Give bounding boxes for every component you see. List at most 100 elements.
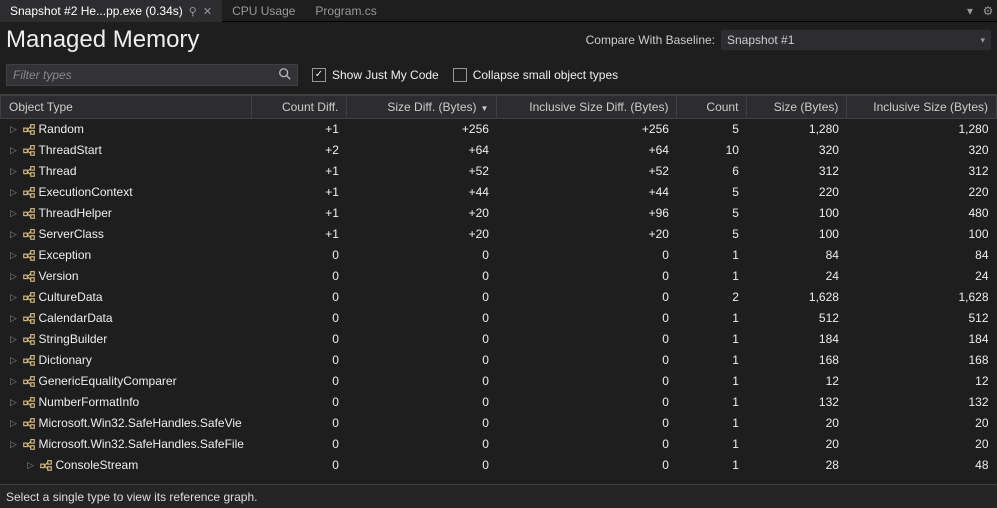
table-row[interactable]: ▷Version00012424 [1,266,997,287]
class-icon [22,332,36,346]
table-row[interactable]: ▷Microsoft.Win32.SafeHandles.SafeVie0001… [1,413,997,434]
type-name: ServerClass [39,227,104,241]
table-row[interactable]: ▷StringBuilder0001184184 [1,329,997,350]
cell-count: 5 [677,203,747,224]
tab-snapshot[interactable]: Snapshot #2 He...pp.exe (0.34s) ⚲ ✕ [0,0,222,22]
cell-incl-size-diff: 0 [497,350,677,371]
expand-icon[interactable]: ▷ [9,229,19,240]
tab-cpu-usage[interactable]: CPU Usage [222,0,305,22]
cell-incl-size: 480 [847,203,997,224]
expand-icon[interactable]: ▷ [9,292,19,303]
cell-size-diff: +44 [347,182,497,203]
table-row[interactable]: ▷Random+1+256+25651,2801,280 [1,119,997,140]
cell-count-diff: 0 [252,413,347,434]
expand-icon[interactable]: ▷ [9,250,19,261]
table-row[interactable]: ▷ConsoleStream00012848 [1,455,997,476]
cell-count-diff: +1 [252,119,347,140]
filter-types-input[interactable] [7,68,273,82]
expand-icon[interactable]: ▷ [9,271,19,282]
class-icon [22,395,36,409]
cell-incl-size-diff: +64 [497,140,677,161]
type-name: Exception [39,248,92,262]
filter-bar: ✓ Show Just My Code Collapse small objec… [0,60,997,94]
col-count-diff[interactable]: Count Diff. [252,96,347,119]
collapse-small-types-checkbox[interactable]: Collapse small object types [453,68,618,82]
expand-icon[interactable]: ▷ [9,334,19,345]
expand-icon[interactable]: ▷ [9,208,19,219]
type-name: Microsoft.Win32.SafeHandles.SafeFile [39,437,244,451]
table-row[interactable]: ▷ThreadStart+2+64+6410320320 [1,140,997,161]
expand-icon[interactable]: ▷ [9,376,19,387]
col-size[interactable]: Size (Bytes) [747,96,847,119]
cell-count: 1 [677,371,747,392]
compare-label: Compare With Baseline: [586,33,715,47]
search-icon[interactable] [273,67,297,84]
type-name: CultureData [39,290,103,304]
cell-incl-size: 184 [847,329,997,350]
cell-incl-size-diff: 0 [497,434,677,455]
cell-size-diff: 0 [347,350,497,371]
cell-size-diff: +20 [347,224,497,245]
gear-icon[interactable]: ⚙ [979,4,997,18]
table-container: Object Type Count Diff. Size Diff. (Byte… [0,94,997,484]
cell-count: 5 [677,119,747,140]
compare-baseline-select[interactable]: Snapshot #1 ▾ [721,30,991,50]
tabs-dropdown-icon[interactable]: ▾ [961,4,979,18]
col-object-type[interactable]: Object Type [1,96,252,119]
cell-incl-size-diff: 0 [497,329,677,350]
table-row[interactable]: ▷CalendarData0001512512 [1,308,997,329]
expand-icon[interactable]: ▷ [26,460,36,471]
table-row[interactable]: ▷Dictionary0001168168 [1,350,997,371]
expand-icon[interactable]: ▷ [9,187,19,198]
table-row[interactable]: ▷ExecutionContext+1+44+445220220 [1,182,997,203]
class-icon [22,353,36,367]
page-title: Managed Memory [6,26,199,54]
cell-size: 168 [747,350,847,371]
cell-incl-size-diff: 0 [497,287,677,308]
table-row[interactable]: ▷Thread+1+52+526312312 [1,161,997,182]
cell-count-diff: +2 [252,140,347,161]
type-name: Microsoft.Win32.SafeHandles.SafeVie [39,416,242,430]
type-name: Version [39,269,79,283]
table-row[interactable]: ▷GenericEqualityComparer00011212 [1,371,997,392]
cell-count: 1 [677,392,747,413]
expand-icon[interactable]: ▷ [9,124,19,135]
type-name: Dictionary [39,353,92,367]
pin-icon[interactable]: ⚲ [189,5,197,18]
expand-icon[interactable]: ▷ [9,355,19,366]
col-size-diff[interactable]: Size Diff. (Bytes)▼ [347,96,497,119]
cell-incl-size: 168 [847,350,997,371]
cell-incl-size: 48 [847,455,997,476]
table-row[interactable]: ▷ServerClass+1+20+205100100 [1,224,997,245]
expand-icon[interactable]: ▷ [9,166,19,177]
class-icon [22,227,36,241]
col-count[interactable]: Count [677,96,747,119]
type-name: ThreadStart [39,143,102,157]
cell-size-diff: 0 [347,329,497,350]
cell-count-diff: 0 [252,245,347,266]
expand-icon[interactable]: ▷ [9,439,19,450]
table-row[interactable]: ▷CultureData00021,6281,628 [1,287,997,308]
cell-size-diff: 0 [347,392,497,413]
tab-program-cs[interactable]: Program.cs [305,0,386,22]
expand-icon[interactable]: ▷ [9,418,19,429]
close-icon[interactable]: ✕ [203,5,212,18]
class-icon [22,437,36,451]
cell-count: 1 [677,266,747,287]
cell-incl-size: 312 [847,161,997,182]
table-row[interactable]: ▷Exception00018484 [1,245,997,266]
table-row[interactable]: ▷Microsoft.Win32.SafeHandles.SafeFile000… [1,434,997,455]
show-just-my-code-checkbox[interactable]: ✓ Show Just My Code [312,68,439,82]
cell-size-diff: 0 [347,413,497,434]
chevron-down-icon: ▾ [980,35,985,46]
expand-icon[interactable]: ▷ [9,145,19,156]
cell-incl-size-diff: +96 [497,203,677,224]
table-row[interactable]: ▷NumberFormatInfo0001132132 [1,392,997,413]
col-incl-size-diff[interactable]: Inclusive Size Diff. (Bytes) [497,96,677,119]
table-row[interactable]: ▷ThreadHelper+1+20+965100480 [1,203,997,224]
expand-icon[interactable]: ▷ [9,313,19,324]
col-incl-size[interactable]: Inclusive Size (Bytes) [847,96,997,119]
cell-size: 1,628 [747,287,847,308]
cell-size: 312 [747,161,847,182]
expand-icon[interactable]: ▷ [9,397,19,408]
